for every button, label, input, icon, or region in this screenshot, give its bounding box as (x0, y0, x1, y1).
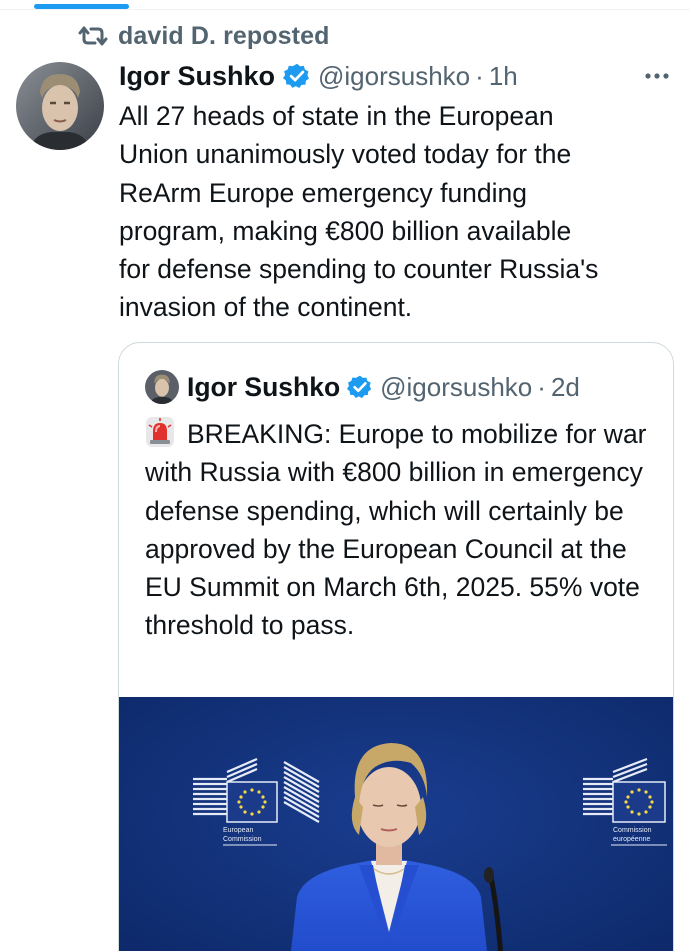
quoted-timestamp[interactable]: 2d (551, 372, 580, 403)
repost-icon (78, 26, 108, 46)
quoted-media-image[interactable]: European Commission Commission européenn… (119, 697, 673, 951)
timestamp[interactable]: 1h (489, 61, 518, 92)
logo-left-line1: European (223, 827, 253, 834)
logo-right-line2: européenne (613, 836, 650, 843)
quoted-tweet-body: BREAKING: Europe to mobilize for war wit… (145, 415, 665, 645)
separator-dot: · (475, 60, 484, 91)
quoted-avatar-image (145, 370, 179, 404)
quoted-author-name[interactable]: Igor Sushko (187, 372, 340, 403)
author-name[interactable]: Igor Sushko (119, 61, 275, 92)
logo-left-line2: Commission (223, 836, 262, 843)
separator-dot: · (537, 371, 546, 402)
verified-badge-icon[interactable] (347, 374, 373, 400)
avatar[interactable] (16, 62, 104, 150)
press-conference-photo: European Commission Commission européenn… (119, 697, 673, 951)
quoted-avatar (145, 370, 179, 404)
tweet-body: All 27 heads of state in the European Un… (119, 101, 599, 323)
quoted-tweet-header: Igor Sushko @igorsushko · 2d (145, 367, 580, 407)
more-options-icon[interactable] (644, 66, 670, 86)
quoted-tweet-card[interactable]: Igor Sushko @igorsushko · 2d BREAKING: E… (118, 342, 674, 951)
logo-right-line1: Commission (613, 827, 652, 834)
quoted-author-handle[interactable]: @igorsushko (380, 372, 532, 403)
verified-badge-icon[interactable] (283, 62, 311, 90)
quoted-tweet-text: BREAKING: Europe to mobilize for war wit… (145, 419, 647, 641)
police-light-emoji-icon (146, 417, 174, 447)
author-handle[interactable]: @igorsushko (318, 61, 470, 92)
tweet-header: Igor Sushko @igorsushko · 1h (119, 56, 670, 96)
repost-label[interactable]: david D. reposted (118, 22, 329, 51)
repost-context[interactable]: david D. reposted (78, 21, 329, 51)
avatar-image (16, 62, 104, 150)
top-divider (0, 9, 690, 10)
